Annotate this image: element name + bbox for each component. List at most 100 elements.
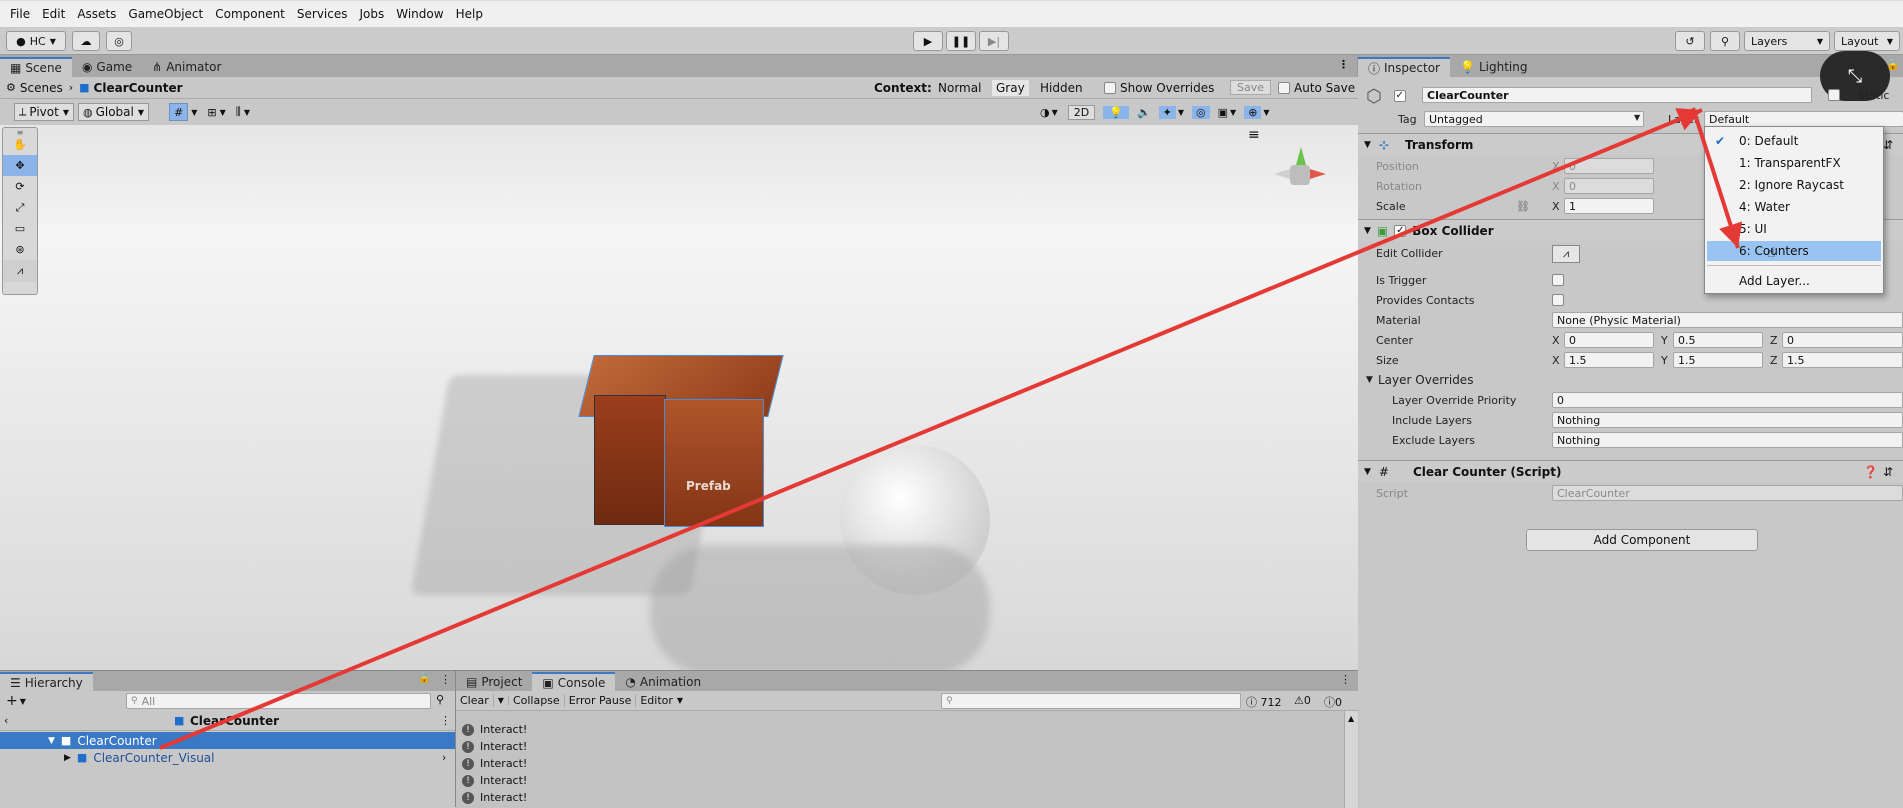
chevron-down-icon[interactable]: ▼ (1230, 108, 1236, 117)
tab-scene[interactable]: ▦ Scene (0, 57, 72, 77)
layer-option-ignore-raycast[interactable]: 2: Ignore Raycast (1707, 175, 1881, 195)
help-icon[interactable]: ❓ (1863, 465, 1878, 479)
hierarchy-search-input[interactable]: ⚲ All (126, 693, 431, 709)
console-entry[interactable]: ! Interact! (456, 721, 1336, 738)
save-button[interactable]: Save (1230, 80, 1272, 95)
rotation-x-field[interactable]: 0 (1564, 178, 1654, 194)
log-count-badge[interactable]: ⓘ 712 (1246, 694, 1282, 710)
hierarchy-item[interactable]: ▶ ■ ClearCounter_Visual › (0, 749, 455, 766)
error-pause-button[interactable]: Error Pause (565, 694, 637, 707)
tab-project[interactable]: ▤ Project (456, 672, 532, 691)
scale-tool-icon[interactable]: ⤢ (3, 197, 37, 218)
include-layers-dropdown[interactable]: Nothing (1552, 412, 1903, 428)
layer-overrides-foldout[interactable]: ▼ Layer Overrides (1358, 370, 1903, 390)
collider-enabled-checkbox[interactable]: ✓ (1394, 224, 1407, 237)
position-x-field[interactable]: 0 (1564, 158, 1654, 174)
chevron-down-icon[interactable]: ▼ (1178, 108, 1184, 117)
add-icon[interactable]: + (6, 693, 18, 709)
size-y-field[interactable]: 1.5 (1673, 352, 1763, 368)
play-button[interactable]: ▶ (913, 31, 943, 51)
rotate-tool-icon[interactable]: ⟳ (3, 176, 37, 197)
orientation-gizmo[interactable] (1272, 147, 1328, 203)
shading-icon[interactable]: ◑ (1040, 106, 1050, 119)
console-entry[interactable]: ! Interact! (456, 755, 1336, 772)
context-normal[interactable]: Normal (938, 81, 981, 95)
more-menu-icon[interactable]: ⋮ (1340, 673, 1351, 686)
hand-tool-icon[interactable]: ✋ (3, 134, 37, 155)
chevron-right-icon[interactable]: › (442, 751, 446, 764)
breadcrumb-root[interactable]: Scenes (20, 81, 63, 95)
cloud-button[interactable]: ☁ (72, 31, 100, 51)
menu-assets[interactable]: Assets (71, 7, 122, 21)
visibility-icon[interactable]: ◎ (1192, 105, 1210, 119)
settings-icon[interactable]: ⇵ (1883, 138, 1893, 152)
edit-collider-button[interactable]: ⩘ (1552, 245, 1580, 263)
rect-tool-icon[interactable]: ▭ (3, 218, 37, 239)
chevron-down-icon[interactable]: ▼ (220, 108, 226, 117)
hierarchy-item-selected[interactable]: ▼ ■ ClearCounter (0, 732, 455, 749)
chevron-down-icon[interactable]: ▼ (191, 108, 197, 117)
layer-option-default[interactable]: ✔ 0: Default (1707, 131, 1881, 151)
add-layer-option[interactable]: Add Layer... (1707, 271, 1881, 291)
account-button[interactable]: ● HC ▼ (6, 31, 66, 51)
tab-hierarchy[interactable]: ☰ Hierarchy (0, 672, 93, 691)
size-z-field[interactable]: 1.5 (1782, 352, 1903, 368)
scene-menu-icon[interactable]: ≡ (1248, 127, 1260, 143)
chevron-down-icon[interactable]: ▼ (20, 697, 26, 706)
collapse-button[interactable]: Collapse (509, 694, 565, 707)
error-count-badge[interactable]: ⓘ0 (1324, 694, 1342, 710)
console-entry[interactable]: ! Interact! (456, 772, 1336, 789)
toggle-2d-button[interactable]: 2D (1067, 104, 1096, 120)
scroll-up-icon[interactable]: ▲ (1348, 714, 1354, 723)
console-entry[interactable]: ! Interact! (456, 738, 1336, 755)
pivot-dropdown[interactable]: ⟂ Pivot ▼ (14, 103, 74, 121)
search-button[interactable]: ⚲ (1710, 31, 1740, 51)
snap-increment-icon[interactable]: ⊞ (207, 106, 216, 119)
clear-counter-prefab[interactable]: Prefab (578, 355, 784, 527)
static-checkbox[interactable] (1828, 89, 1840, 101)
priority-field[interactable]: 0 (1552, 392, 1903, 408)
chevron-down-icon[interactable]: ▼ (244, 108, 250, 117)
clear-button[interactable]: Clear (456, 694, 494, 707)
camera-icon[interactable]: ▣ (1218, 106, 1228, 119)
menu-help[interactable]: Help (450, 7, 489, 21)
script-field[interactable]: ClearCounter (1552, 485, 1903, 501)
center-z-field[interactable]: 0 (1782, 332, 1903, 348)
breadcrumb-item[interactable]: ClearCounter (94, 81, 183, 95)
tab-game[interactable]: ◉ Game (72, 57, 142, 77)
more-menu-icon[interactable]: ⋮ (440, 714, 451, 727)
link-icon[interactable]: ⛓ (1516, 200, 1530, 213)
chevron-down-icon[interactable]: ▼ (494, 696, 509, 705)
global-dropdown[interactable]: ◍ Global ▼ (77, 103, 150, 121)
tab-animation[interactable]: ◔ Animation (615, 672, 711, 691)
add-component-button[interactable]: Add Component (1526, 529, 1758, 551)
layer-option-counters[interactable]: 6: Counters ☝ (1707, 241, 1881, 261)
layer-option-water[interactable]: 4: Water (1707, 197, 1881, 217)
menu-component[interactable]: Component (209, 7, 291, 21)
tab-console[interactable]: ▣ Console (532, 672, 616, 691)
layer-option-ui[interactable]: 5: UI (1707, 219, 1881, 239)
more-menu-icon[interactable]: ⋮ (440, 673, 451, 686)
expand-icon[interactable]: ▶ (64, 753, 71, 763)
tag-dropdown[interactable]: Untagged (1424, 111, 1644, 127)
is-trigger-checkbox[interactable] (1552, 274, 1564, 286)
auto-save-checkbox[interactable] (1278, 81, 1290, 94)
foldout-icon[interactable]: ▼ (48, 736, 55, 746)
console-search-input[interactable]: ⚲ (941, 693, 1241, 709)
more-menu-icon[interactable]: ⋮ (1338, 58, 1349, 71)
gizmos-icon[interactable]: ⊕ (1244, 105, 1262, 119)
object-name-field[interactable]: ClearCounter (1422, 87, 1812, 103)
context-hidden[interactable]: Hidden (1040, 81, 1083, 95)
audio-toggle-icon[interactable]: 🔈 (1137, 106, 1151, 119)
menu-file[interactable]: File (4, 7, 36, 21)
lighting-toggle-icon[interactable]: 💡 (1103, 105, 1129, 119)
custom-tool-icon[interactable]: ⩘ (3, 260, 37, 282)
warning-count-badge[interactable]: ⚠0 (1294, 694, 1311, 707)
tab-animator[interactable]: ⋔ Animator (142, 57, 231, 77)
history-button[interactable]: ↺ (1675, 31, 1705, 51)
scale-x-field[interactable]: 1 (1564, 198, 1654, 214)
collab-button[interactable]: ◎ (106, 31, 132, 51)
center-y-field[interactable]: 0.5 (1673, 332, 1763, 348)
menu-jobs[interactable]: Jobs (354, 7, 391, 21)
scene-viewport[interactable]: Prefab ≡ (0, 125, 1358, 670)
